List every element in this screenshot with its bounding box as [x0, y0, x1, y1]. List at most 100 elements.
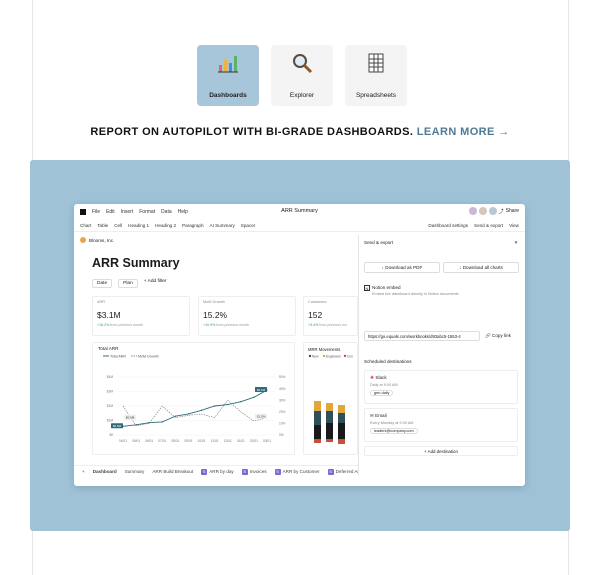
copy-link-button[interactable]: 🔗 Copy link	[485, 333, 511, 339]
point-total-arr	[213, 405, 216, 407]
legend-label-expansion: Expansion	[326, 354, 341, 358]
tab-dashboard[interactable]: Dashboard	[93, 469, 117, 474]
kpi-card-arr: ARR $3.1M +16.2% from previous month	[92, 296, 190, 336]
series-line-mom-growth	[122, 399, 268, 427]
tab-arr-build[interactable]: ARR Build Breakout	[152, 469, 193, 474]
download-charts-button[interactable]: ↓ Download all charts	[443, 262, 519, 273]
tab-label: Invoices	[249, 469, 267, 474]
y-tick-label: $4M	[107, 375, 114, 379]
mrr-bar	[326, 411, 333, 423]
legend-swatch-new	[308, 354, 312, 358]
tab-label: ARR by Customer	[282, 469, 320, 474]
tab-arr-by-day[interactable]: S ARR by day	[201, 468, 234, 475]
chart-legend: Total ARR MoM Growth	[103, 355, 159, 359]
kpi-delta-note: from previous month	[216, 323, 250, 327]
collaborators: ⤴ Share	[468, 207, 519, 215]
share-button[interactable]: Share	[506, 208, 519, 214]
y-tick-label: $3M	[107, 390, 114, 394]
kpi-card-growth: MoM Growth 15.2% +10.9% from previous mo…	[198, 296, 296, 336]
mrr-bar	[314, 425, 321, 439]
point-total-arr	[174, 415, 177, 417]
sheet-icon: S	[327, 468, 334, 475]
point-total-arr	[200, 409, 203, 412]
x-tick-label: 10/01	[198, 439, 206, 443]
toolbar-heading1[interactable]: Heading 1	[128, 223, 149, 228]
close-icon[interactable]: ✕	[514, 240, 518, 246]
tab-invoices[interactable]: S Invoices	[241, 468, 267, 475]
filter-date[interactable]: Date	[92, 279, 113, 288]
mrr-plot: New Expansion Con	[308, 354, 353, 444]
toolbar-spacer[interactable]: Spacer	[241, 223, 256, 228]
avatar[interactable]	[478, 207, 487, 215]
toolbar-ai-summary[interactable]: AI Summary	[210, 223, 235, 228]
dashboard-settings-button[interactable]: Dashboard settings	[428, 223, 468, 228]
download-pdf-button[interactable]: ↓ Download as PDF	[364, 262, 440, 273]
toolbar-paragraph[interactable]: Paragraph	[182, 223, 203, 228]
app-window: File Edit Insert Format Data Help ARR Su…	[74, 204, 525, 486]
toolbar-chart[interactable]: Chart	[80, 223, 91, 228]
tab-arr-by-customer[interactable]: S ARR by Customer	[274, 468, 320, 475]
copy-label: Copy link	[492, 333, 511, 338]
mrr-bar	[338, 405, 345, 413]
mail-icon: ✉	[370, 413, 374, 418]
x-tick-label: 02/01	[250, 439, 258, 443]
mrr-bar	[326, 423, 333, 439]
magnifier-icon	[293, 54, 313, 74]
kpi-label: MoM Growth	[203, 300, 225, 304]
avatar[interactable]	[488, 207, 497, 215]
product-tiles: Dashboards Explorer Spreadsheets	[197, 45, 407, 106]
notion-title: Notion embed	[372, 285, 401, 290]
dest-recipient: leaders@company.com	[370, 428, 418, 434]
add-destination-button[interactable]: + Add destination	[364, 446, 518, 456]
panel-title: Send & export	[364, 240, 394, 245]
mrr-bar	[314, 401, 321, 411]
x-tick-label: 09/01	[184, 439, 192, 443]
tab-summary[interactable]: Summary	[125, 469, 145, 474]
tab-label: ARR Build Breakout	[152, 469, 194, 474]
add-tab-icon[interactable]: +	[82, 469, 85, 474]
notion-section: Notion embed Embed live dashboard direct…	[372, 285, 459, 296]
toolbar-heading2[interactable]: Heading 2	[155, 223, 176, 228]
company-logo-icon	[80, 237, 86, 243]
spreadsheet-icon	[368, 53, 384, 73]
kpi-label: ARR	[97, 300, 106, 304]
y2-tick-label: 30%	[279, 398, 286, 402]
data-label: $0.6M	[126, 416, 135, 420]
mrr-bar	[314, 411, 321, 425]
kpi-delta: +10.9%	[203, 323, 216, 327]
email-destination[interactable]: ✉ Email Every Monday at 9:00 AM leaders@…	[364, 408, 518, 442]
toolbar: Chart Table Cell Heading 1 Heading 2 Par…	[74, 220, 525, 232]
toolbar-table[interactable]: Table	[97, 223, 108, 228]
send-export-button[interactable]: Send & export	[474, 223, 503, 228]
view-button[interactable]: View	[509, 223, 519, 228]
x-tick-label: 08/01	[171, 439, 179, 443]
dest-schedule: Every Monday at 9:00 AM	[370, 421, 414, 425]
slack-destination[interactable]: ❖ Slack Daily at 9:00 AM gen-daily	[364, 370, 518, 404]
filter-plan[interactable]: Plan	[118, 279, 138, 288]
kpi-value: 152	[308, 310, 323, 320]
point-total-arr	[148, 421, 150, 424]
send-export-panel: Send & export ✕ ↓ Download as PDF ↓ Down…	[358, 235, 525, 475]
avatar[interactable]	[468, 207, 477, 215]
tile-explorer[interactable]: Explorer	[271, 45, 333, 106]
bar-chart-icon	[218, 56, 238, 73]
toolbar-cell[interactable]: Cell	[114, 223, 122, 228]
button-label: Download as PDF	[385, 265, 423, 270]
headline-text: REPORT ON AUTOPILOT WITH BI-GRADE DASHBO…	[90, 126, 414, 138]
x-tick-label: 07/01	[158, 439, 166, 443]
mrr-bar	[314, 439, 321, 443]
kpi-card-customers: Customers 152 +3.4% from previous mo	[303, 296, 358, 336]
tile-spreadsheets[interactable]: Spreadsheets	[345, 45, 407, 106]
company-switcher[interactable]: Blooms, Inc.	[80, 237, 114, 243]
add-filter-button[interactable]: + Add filter	[144, 279, 167, 288]
tile-dashboards[interactable]: Dashboards	[197, 45, 259, 106]
company-name: Blooms, Inc.	[89, 237, 115, 243]
x-tick-label: 03/01	[263, 439, 271, 443]
window-title: ARR Summary	[281, 208, 318, 214]
learn-more-link[interactable]: LEARN MORE →	[417, 126, 510, 138]
mrr-bars	[314, 401, 345, 444]
embed-url-field[interactable]: https://go.equals.com/workbooks/d93abc5-…	[364, 331, 480, 341]
tab-label: Summary	[124, 469, 145, 474]
tab-label: ARR by day	[209, 469, 234, 474]
tile-label: Explorer	[289, 92, 315, 99]
